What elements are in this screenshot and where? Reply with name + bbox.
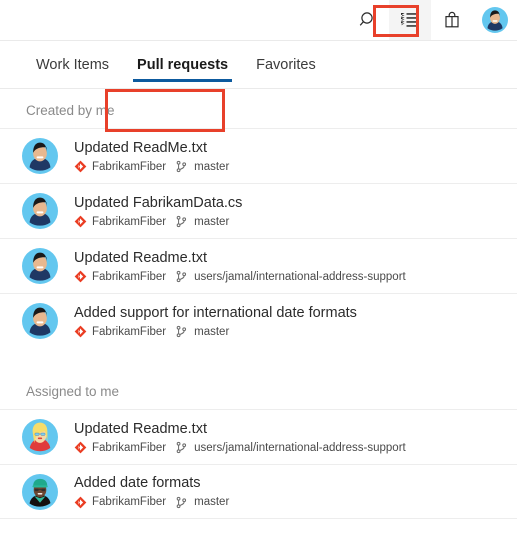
avatar: [22, 193, 58, 229]
tab-work-items-label: Work Items: [36, 56, 110, 73]
pull-request-row[interactable]: Updated Readme.txt FabrikamFiber users/j…: [0, 238, 517, 293]
user-avatar-button[interactable]: [473, 0, 517, 40]
repo-name: FabrikamFiber: [92, 325, 167, 338]
marketplace-button[interactable]: [431, 0, 473, 40]
branch-name: master: [194, 215, 230, 228]
section-header-created-by-me: Created by me: [26, 103, 115, 118]
pull-request-meta: FabrikamFiber users/jamal/international-…: [74, 441, 406, 455]
section-header-assigned-to-me: Assigned to me: [26, 384, 120, 399]
header-spacer: [0, 0, 347, 40]
search-button[interactable]: [347, 0, 389, 40]
pull-request-meta: FabrikamFiber master: [74, 160, 229, 174]
avatar: [22, 138, 58, 174]
pull-request-row[interactable]: Updated FabrikamData.cs FabrikamFiber ma…: [0, 183, 517, 238]
pull-request-meta: FabrikamFiber master: [74, 495, 229, 509]
repo-name: FabrikamFiber: [92, 441, 167, 454]
tab-favorites-label: Favorites: [256, 56, 316, 73]
work-queue-button[interactable]: [389, 0, 431, 40]
tab-work-items[interactable]: Work Items: [22, 41, 123, 88]
repo-icon: [74, 270, 87, 283]
repo-icon: [74, 325, 87, 338]
pull-request-meta: FabrikamFiber users/jamal/international-…: [74, 270, 406, 284]
branch-icon: [175, 270, 188, 283]
repo-icon: [74, 160, 87, 173]
avatar: [22, 248, 58, 284]
top-header-bar: [0, 0, 517, 41]
repo-name: FabrikamFiber: [92, 270, 167, 283]
branch-icon: [175, 215, 188, 228]
repo-name: FabrikamFiber: [92, 160, 167, 173]
pull-request-title: Updated Readme.txt: [74, 249, 207, 266]
tab-pull-requests[interactable]: Pull requests: [123, 41, 242, 88]
branch-icon: [175, 325, 188, 338]
tab-strip: Work Items Pull requests Favorites: [0, 41, 517, 132]
branch-name: master: [194, 160, 230, 173]
pull-request-title: Updated FabrikamData.cs: [74, 194, 243, 211]
tab-pull-requests-label: Pull requests: [137, 56, 229, 73]
pull-request-title: Updated Readme.txt: [74, 420, 207, 437]
pull-request-meta: FabrikamFiber master: [74, 215, 242, 229]
pull-request-title: Added date formats: [74, 475, 201, 491]
branch-icon: [175, 160, 188, 173]
pull-request-row[interactable]: Added date formats FabrikamFiber master: [0, 464, 517, 519]
avatar: [22, 303, 58, 339]
repo-icon: [74, 496, 87, 509]
branch-name: master: [194, 496, 230, 508]
pull-request-list: Created by me Updated ReadMe.txt Fabrika…: [0, 89, 517, 519]
pull-request-row[interactable]: Updated ReadMe.txt FabrikamFiber master: [0, 128, 517, 183]
marketplace-bag-icon: [442, 10, 462, 30]
search-icon: [358, 10, 378, 30]
repo-name: FabrikamFiber: [92, 215, 167, 228]
work-queue-icon: [400, 11, 420, 29]
avatar: [482, 7, 508, 33]
avatar: [22, 473, 58, 510]
pull-request-row[interactable]: Updated Readme.txt FabrikamFiber users/j…: [0, 409, 517, 464]
pull-request-title: Added support for international date for…: [74, 304, 357, 321]
pull-request-row[interactable]: Added support for international date for…: [0, 293, 517, 348]
branch-name: users/jamal/international-address-suppor…: [194, 270, 406, 283]
branch-icon: [175, 496, 188, 509]
pull-request-title: Updated ReadMe.txt: [74, 139, 207, 156]
repo-name: FabrikamFiber: [92, 496, 167, 508]
branch-icon: [175, 441, 188, 454]
tab-favorites[interactable]: Favorites: [242, 41, 330, 88]
avatar: [22, 419, 58, 455]
repo-icon: [74, 215, 87, 228]
repo-icon: [74, 441, 87, 454]
branch-name: master: [194, 325, 230, 338]
pull-request-meta: FabrikamFiber master: [74, 325, 357, 339]
branch-name: users/jamal/international-address-suppor…: [194, 441, 406, 454]
